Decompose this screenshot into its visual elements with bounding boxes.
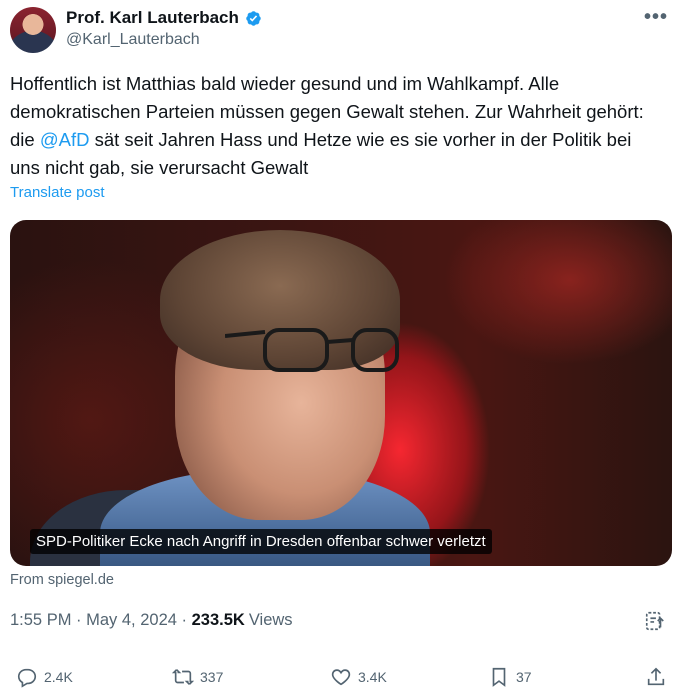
meta-separator-2: ·	[176, 611, 192, 629]
share-icon	[647, 667, 665, 686]
reply-button[interactable]: 2.4K	[16, 666, 73, 688]
repost-count: 337	[200, 669, 224, 685]
post-meta: 1:55 PM · May 4, 2024 · 233.5K Views	[10, 611, 293, 630]
link-source[interactable]: From spiegel.de	[10, 572, 114, 588]
link-card-image[interactable]: SPD-Politiker Ecke nach Angriff in Dresd…	[10, 220, 672, 566]
action-bar: 2.4K 337 3.4K 37	[0, 666, 680, 694]
post-text-part2: sät seit Jahren Hass und Hetze wie es si…	[10, 129, 632, 178]
verified-badge-icon	[244, 9, 263, 28]
share-button[interactable]	[645, 666, 673, 688]
avatar[interactable]	[10, 7, 56, 53]
like-count: 3.4K	[358, 669, 387, 685]
author-name-row: Prof. Karl Lauterbach	[66, 8, 263, 28]
post-text: Hoffentlich ist Matthias bald wieder ges…	[10, 70, 660, 182]
bookmark-button[interactable]: 37	[488, 666, 532, 688]
bookmark-count: 37	[516, 669, 532, 685]
more-options-icon[interactable]: •••	[644, 6, 668, 29]
translate-post-link[interactable]: Translate post	[10, 184, 105, 201]
post-time[interactable]: 1:55 PM	[10, 611, 71, 630]
meta-separator-1: ·	[71, 611, 87, 629]
heart-icon	[331, 669, 351, 686]
mention-link[interactable]: @AfD	[40, 129, 90, 150]
bookmark-icon	[492, 667, 506, 687]
photo-glasses	[225, 328, 399, 372]
repost-icon	[172, 669, 194, 685]
views-label: Views	[248, 611, 293, 629]
author-handle[interactable]: @Karl_Lauterbach	[66, 31, 200, 49]
repost-button[interactable]: 337	[172, 666, 223, 688]
post-date[interactable]: May 4, 2024	[86, 611, 177, 630]
reply-count: 2.4K	[44, 669, 73, 685]
analytics-icon[interactable]	[644, 610, 666, 632]
reply-icon	[17, 668, 37, 688]
like-button[interactable]: 3.4K	[330, 666, 387, 688]
views-count: 233.5K	[191, 611, 245, 629]
author-display-name[interactable]: Prof. Karl Lauterbach	[66, 8, 239, 28]
link-card-caption: SPD-Politiker Ecke nach Angriff in Dresd…	[30, 529, 492, 554]
